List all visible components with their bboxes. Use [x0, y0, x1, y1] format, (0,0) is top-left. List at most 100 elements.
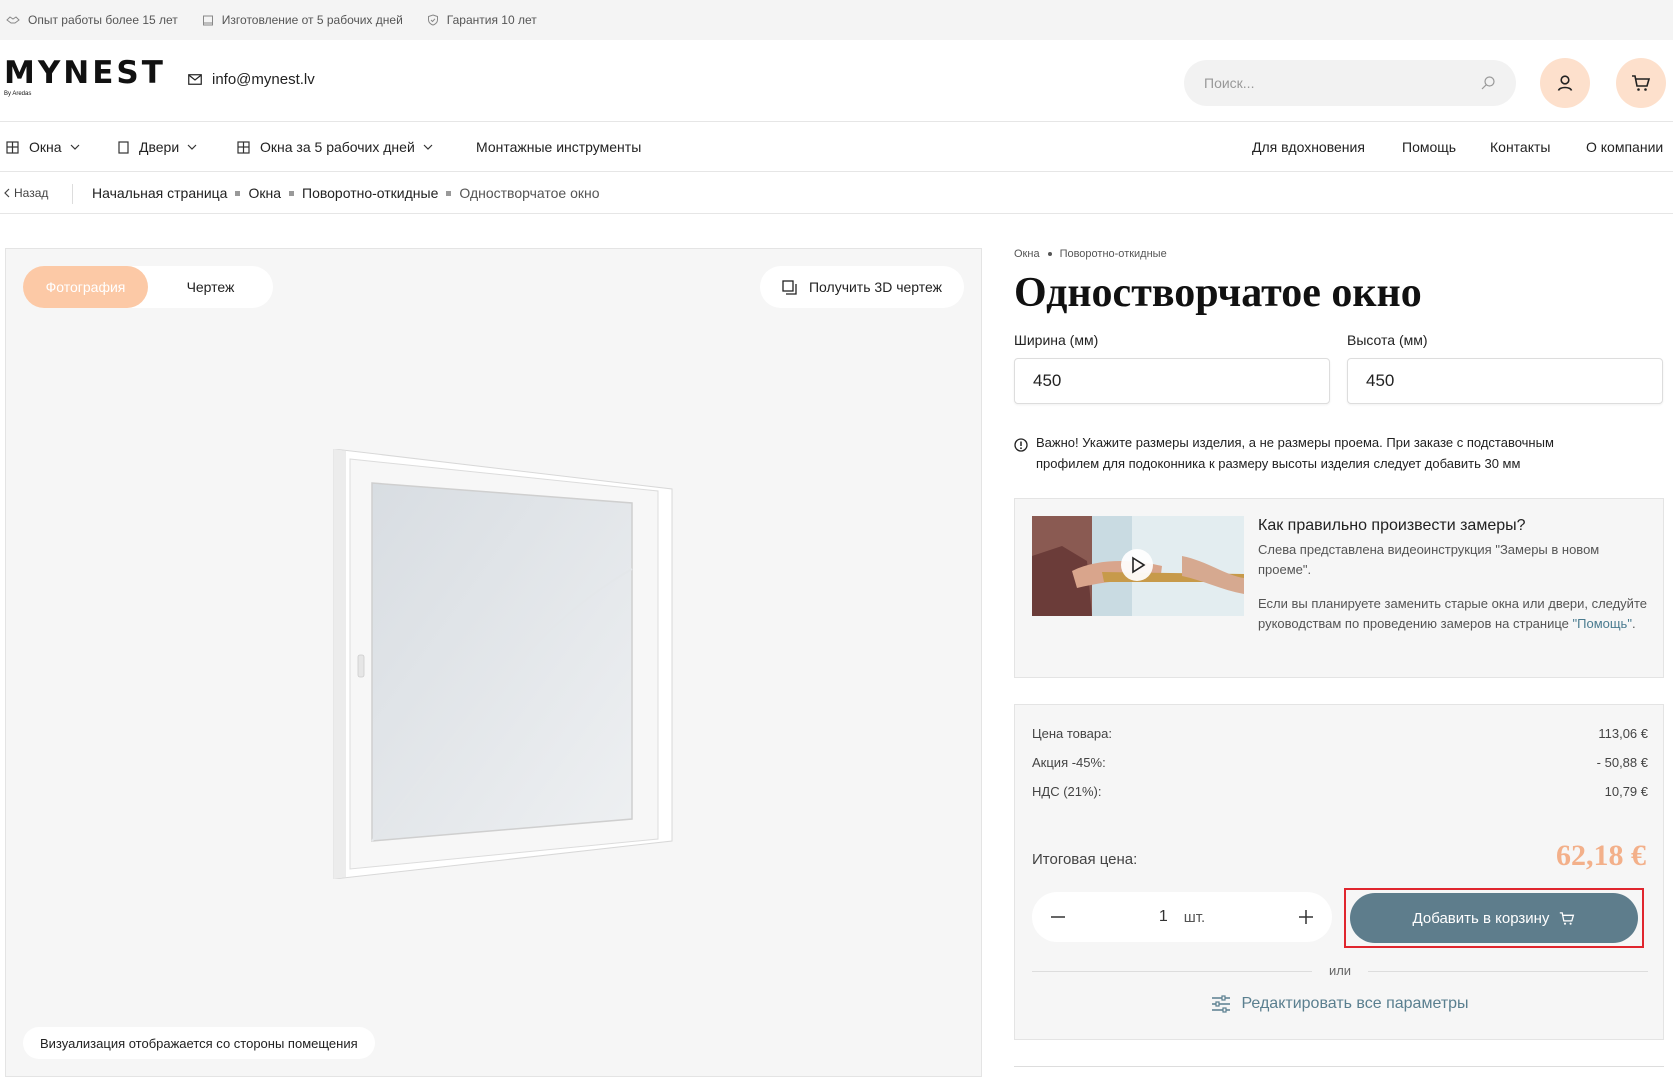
price-row: Цена товара: 113,06 € — [1032, 726, 1648, 741]
total-price-label: Итоговая цена: — [1032, 851, 1138, 868]
get-3d-label: Получить 3D чертеж — [808, 279, 942, 295]
cube-3d-icon — [782, 279, 797, 295]
account-button[interactable] — [1540, 58, 1590, 108]
nav-item-help[interactable]: Помощь — [1402, 139, 1456, 155]
get-3d-drawing-button[interactable]: Получить 3D чертеж — [759, 266, 964, 308]
or-divider: или — [1032, 961, 1648, 981]
plus-icon[interactable] — [1298, 909, 1314, 925]
width-label: Ширина (мм) — [1014, 332, 1099, 348]
discount-value: - 50,88 € — [1596, 755, 1648, 770]
subcategory-link[interactable]: Поворотно-откидные — [1060, 248, 1167, 260]
warning-line: Важно! Укажите размеры изделия, а не раз… — [1036, 435, 1554, 450]
main-nav: Окна Двери Окна за 5 рабочих дней Монтаж… — [0, 122, 1673, 172]
warning-line: профилем для подоконника к размеру высот… — [1036, 456, 1521, 471]
topbar-item-experience: Опыт работы более 15 лет — [6, 13, 178, 27]
nav-label: Окна — [29, 139, 62, 155]
price-card: Цена товара: 113,06 € Акция -45%: - 50,8… — [1014, 704, 1664, 1040]
product-category: Окна Поворотно-откидные — [1014, 248, 1668, 260]
nav-item-doors[interactable]: Двери — [118, 139, 197, 155]
nav-item-about[interactable]: О компании — [1586, 139, 1663, 155]
video-text-2-end: . — [1631, 616, 1636, 631]
back-link[interactable]: Назад — [4, 186, 48, 200]
visualization-note: Визуализация отображается со стороны пом… — [23, 1027, 375, 1059]
handshake-icon — [6, 16, 20, 24]
video-text-2: Если вы планируете заменить старые окна … — [1258, 594, 1648, 634]
nav-label: О компании — [1586, 139, 1664, 155]
chevron-down-icon — [187, 144, 197, 150]
tab-drawing[interactable]: Чертеж — [148, 266, 273, 308]
chevron-left-icon — [4, 188, 10, 198]
play-icon — [1121, 549, 1153, 581]
quantity-display[interactable]: 1 шт. — [1159, 908, 1205, 926]
breadcrumb: Назад Начальная страница Окна Поворотно-… — [0, 172, 1673, 214]
height-label: Высота (мм) — [1347, 332, 1428, 348]
breadcrumb-separator — [235, 190, 241, 196]
total-price-value: 62,18 € — [1556, 839, 1646, 872]
product-gallery: Фотография Чертеж Получить 3D чертеж Виз… — [5, 248, 982, 1077]
topbar-item-production: Изготовление от 5 рабочих дней — [202, 13, 403, 27]
nav-label: Контакты — [1490, 139, 1551, 155]
discount-row: Акция -45%: - 50,88 € — [1032, 755, 1648, 770]
video-thumbnail[interactable] — [1032, 516, 1244, 616]
breadcrumb-item[interactable]: Начальная страница — [92, 185, 227, 201]
search-icon[interactable] — [1480, 75, 1496, 91]
nav-label: Двери — [139, 139, 180, 155]
topbar-label: Опыт работы более 15 лет — [28, 13, 178, 27]
nav-label: Помощь — [1402, 139, 1457, 155]
user-icon — [1557, 75, 1573, 91]
vat-label: НДС (21%): — [1032, 784, 1102, 799]
nav-label: Для вдохновения — [1252, 139, 1365, 155]
category-link[interactable]: Окна — [1014, 248, 1040, 260]
measurement-video-card: Как правильно произвести замеры? Слева п… — [1014, 498, 1664, 678]
category-separator — [1047, 252, 1052, 256]
height-input[interactable]: 450 — [1347, 358, 1663, 404]
sliders-icon — [1212, 995, 1231, 1013]
minus-icon[interactable] — [1050, 909, 1066, 925]
search-bar — [1184, 60, 1516, 106]
door-icon — [118, 140, 129, 154]
back-label: Назад — [14, 186, 49, 200]
email-link[interactable]: info@mynest.lv — [188, 71, 315, 88]
calendar-icon — [202, 15, 213, 26]
help-page-link[interactable]: "Помощь" — [1573, 616, 1632, 631]
breadcrumb-current: Одностворчатое окно — [459, 185, 600, 201]
quantity-unit: шт. — [1183, 908, 1206, 926]
breadcrumb-separator — [289, 190, 295, 196]
chevron-down-icon — [70, 144, 79, 150]
nav-item-inspiration[interactable]: Для вдохновения — [1252, 139, 1365, 155]
topbar-label: Изготовление от 5 рабочих дней — [221, 13, 403, 27]
nav-item-windows[interactable]: Окна — [6, 139, 80, 155]
cart-icon — [1632, 75, 1651, 91]
breadcrumb-item[interactable]: Окна — [248, 185, 281, 201]
nav-item-mounting-tools[interactable]: Монтажные инструменты — [476, 139, 641, 155]
search-input[interactable] — [1204, 75, 1480, 91]
top-info-bar: Опыт работы более 15 лет Изготовление от… — [0, 0, 1673, 40]
view-toggle: Фотография Чертеж — [23, 266, 273, 308]
mail-icon — [188, 74, 202, 85]
breadcrumb-separator — [446, 190, 452, 196]
height-field-group: Высота (мм) 450 — [1347, 332, 1663, 404]
add-to-cart-button[interactable]: Добавить в корзину — [1350, 893, 1638, 943]
tab-photo[interactable]: Фотография — [23, 266, 148, 308]
nav-label: Монтажные инструменты — [476, 139, 642, 155]
add-to-cart-highlight: Добавить в корзину — [1344, 888, 1644, 948]
edit-all-parameters-link[interactable]: Редактировать все параметры — [1015, 995, 1665, 1013]
video-description: Как правильно произвести замеры? Слева п… — [1258, 516, 1648, 648]
nav-item-contacts[interactable]: Контакты — [1490, 139, 1550, 155]
width-input[interactable]: 450 — [1014, 358, 1330, 404]
nav-item-windows-5-days[interactable]: Окна за 5 рабочих дней — [237, 139, 433, 155]
size-warning: Важно! Укажите размеры изделия, а не раз… — [1014, 432, 1668, 474]
window-product-image[interactable] — [326, 449, 680, 879]
site-header: MYNEST By Aredas info@mynest.lv — [0, 40, 1673, 122]
window-icon — [6, 140, 19, 154]
cart-button[interactable] — [1616, 58, 1666, 108]
divider — [1014, 1066, 1664, 1067]
breadcrumb-item[interactable]: Поворотно-откидные — [302, 185, 438, 201]
discount-label: Акция -45%: — [1032, 755, 1106, 770]
window-icon — [237, 140, 250, 154]
vat-value: 10,79 € — [1604, 784, 1648, 799]
page-title: Одностворчатое окно — [1014, 270, 1422, 316]
add-to-cart-label: Добавить в корзину — [1412, 909, 1550, 927]
quantity-value: 1 — [1158, 908, 1168, 925]
logo[interactable]: MYNEST By Aredas — [4, 58, 166, 98]
